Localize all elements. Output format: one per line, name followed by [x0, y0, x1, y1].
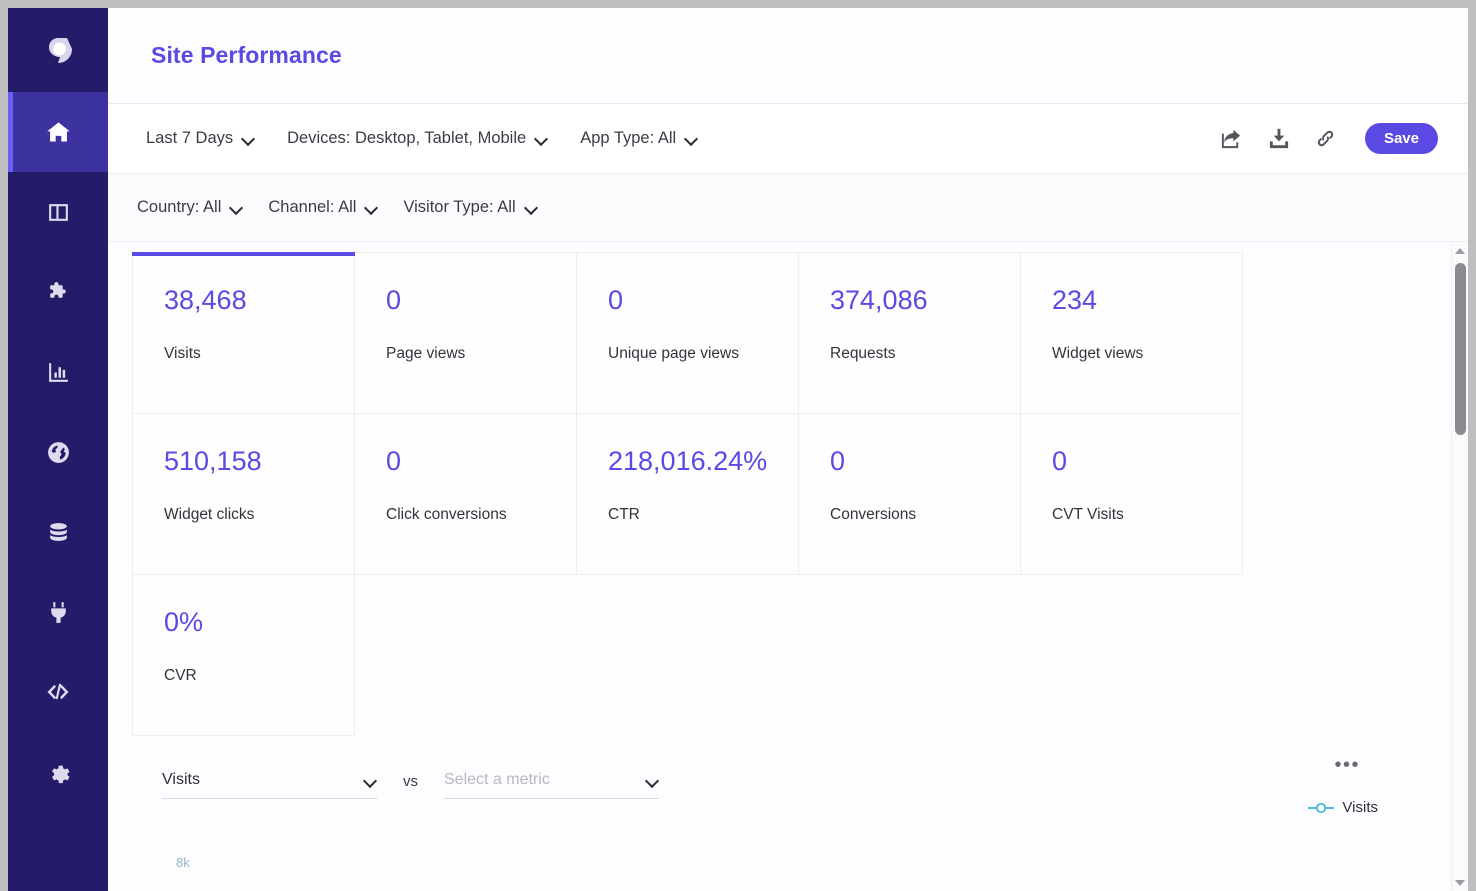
- filter-visitor-type[interactable]: Visitor Type: All: [403, 198, 537, 217]
- chevron-down-icon: [685, 134, 698, 143]
- secondary-metric-select[interactable]: Select a metric: [444, 771, 659, 799]
- sidebar-item-integrations[interactable]: [8, 572, 108, 652]
- filter-date-range[interactable]: Last 7 Days: [146, 129, 255, 148]
- kpi-value: 0: [386, 446, 402, 476]
- sidebar-item-reports[interactable]: [8, 332, 108, 412]
- page-title: Site Performance: [151, 42, 342, 68]
- kpi-label: Widget clicks: [164, 506, 255, 523]
- chevron-down-icon: [525, 203, 538, 212]
- chart-panel: ••• Visits Visits vs Select a metric 8k: [132, 755, 1422, 891]
- kpi-value: 510,158: [164, 446, 262, 476]
- scroll-down-arrow-icon[interactable]: [1452, 874, 1469, 891]
- filter-devices-label: Devices: Desktop, Tablet, Mobile: [287, 129, 527, 147]
- kpi-value: 0%: [164, 607, 204, 637]
- metric-selectors: Visits vs Select a metric: [162, 771, 1422, 799]
- kpi-card-page-views[interactable]: 0 Page views: [355, 253, 577, 414]
- legend-marker-icon: [1308, 802, 1335, 814]
- kpi-value: 234: [1052, 285, 1098, 315]
- primary-metric-select[interactable]: Visits: [162, 771, 377, 799]
- kpi-value: 0: [830, 446, 846, 476]
- share-icon[interactable]: [1220, 127, 1243, 150]
- kpi-value: 218,016.24%: [608, 446, 768, 476]
- kpi-row: 510,158 Widget clicks 0 Click conversion…: [133, 414, 1243, 575]
- kpi-card-cvr[interactable]: 0% CVR: [133, 575, 355, 736]
- secondary-metric-placeholder: Select a metric: [444, 771, 550, 788]
- kpi-value: 38,468: [164, 285, 247, 315]
- filter-devices[interactable]: Devices: Desktop, Tablet, Mobile: [287, 129, 548, 148]
- main-content: Site Performance Last 7 Days Devices: De…: [108, 8, 1468, 891]
- save-button[interactable]: Save: [1364, 123, 1438, 154]
- kpi-label: Page views: [386, 345, 466, 362]
- chevron-down-icon: [535, 134, 548, 143]
- sidebar: [8, 8, 108, 891]
- filter-channel-label: Channel: All: [268, 198, 357, 216]
- download-icon[interactable]: [1267, 127, 1290, 150]
- kpi-label: Requests: [830, 345, 896, 362]
- filter-country-label: Country: All: [137, 198, 222, 216]
- kpi-card-visits[interactable]: 38,468 Visits: [132, 252, 355, 414]
- toolbar-actions: Save: [1220, 123, 1438, 154]
- kpi-label: Unique page views: [608, 345, 739, 362]
- kpi-card-click-conversions[interactable]: 0 Click conversions: [355, 414, 577, 575]
- kpi-card-ctr[interactable]: 218,016.24% CTR: [577, 414, 799, 575]
- kpi-value: 374,086: [830, 285, 928, 315]
- filter-visitor-type-label: Visitor Type: All: [403, 198, 516, 216]
- kpi-label: CVT Visits: [1052, 506, 1124, 523]
- scroll-content: 38,468 Visits 0 Page views 0 Unique page…: [108, 242, 1451, 891]
- kpi-card-unique-page-views[interactable]: 0 Unique page views: [577, 253, 799, 414]
- sidebar-item-developers[interactable]: [8, 652, 108, 732]
- scrollbar-thumb[interactable]: [1454, 263, 1466, 435]
- scrollbar-track[interactable]: [1452, 259, 1469, 874]
- chevron-down-icon: [364, 776, 377, 785]
- sidebar-item-settings[interactable]: [8, 732, 108, 812]
- kpi-value: 0: [386, 285, 402, 315]
- filter-app-type[interactable]: App Type: All: [580, 129, 698, 148]
- kpi-label: Widget views: [1052, 345, 1144, 362]
- vertical-scrollbar[interactable]: [1451, 242, 1468, 891]
- sidebar-item-sites[interactable]: [8, 412, 108, 492]
- link-icon[interactable]: [1314, 127, 1337, 150]
- sidebar-item-extensions[interactable]: [8, 252, 108, 332]
- sidebar-item-data[interactable]: [8, 492, 108, 572]
- kpi-card-conversions[interactable]: 0 Conversions: [799, 414, 1021, 575]
- filter-date-range-label: Last 7 Days: [146, 129, 234, 147]
- kpi-label: Visits: [164, 345, 201, 362]
- chart-legend: Visits: [1308, 799, 1378, 816]
- title-bar: Site Performance: [108, 8, 1468, 104]
- chart-more-options-button[interactable]: •••: [1334, 755, 1360, 775]
- scroll-up-arrow-icon[interactable]: [1452, 242, 1469, 259]
- sidebar-item-dashboards[interactable]: [8, 172, 108, 252]
- kpi-row: 38,468 Visits 0 Page views 0 Unique page…: [132, 252, 1243, 414]
- chevron-down-icon: [365, 203, 378, 212]
- subfilter-bar: Country: All Channel: All Visitor Type: …: [108, 174, 1468, 242]
- kpi-label: CTR: [608, 506, 640, 523]
- kpi-card-cvt-visits[interactable]: 0 CVT Visits: [1021, 414, 1243, 575]
- chevron-down-icon: [242, 134, 255, 143]
- filter-app-type-label: App Type: All: [580, 129, 677, 147]
- chevron-down-icon: [230, 203, 243, 212]
- primary-metric-value: Visits: [162, 771, 200, 788]
- kpi-row: 0% CVR: [133, 575, 355, 736]
- kpi-card-requests[interactable]: 374,086 Requests: [799, 253, 1021, 414]
- legend-label-visits: Visits: [1342, 799, 1378, 816]
- toolbar: Last 7 Days Devices: Desktop, Tablet, Mo…: [108, 104, 1468, 174]
- app-window: Site Performance Last 7 Days Devices: De…: [8, 8, 1468, 891]
- filter-channel[interactable]: Channel: All: [268, 198, 378, 217]
- chevron-down-icon: [646, 776, 659, 785]
- kpi-value: 0: [608, 285, 624, 315]
- chart-plot-area[interactable]: 8k: [162, 833, 1422, 891]
- kpi-label: Click conversions: [386, 506, 507, 523]
- vs-label: vs: [403, 773, 418, 790]
- sidebar-item-home[interactable]: [8, 92, 108, 172]
- brand-logo-icon[interactable]: [8, 8, 108, 92]
- kpi-card-widget-views[interactable]: 234 Widget views: [1021, 253, 1243, 414]
- content-wrapper: 38,468 Visits 0 Page views 0 Unique page…: [108, 242, 1468, 891]
- kpi-value: 0: [1052, 446, 1068, 476]
- chart-y-axis-tick: 8k: [176, 855, 190, 870]
- kpi-grid: 38,468 Visits 0 Page views 0 Unique page…: [132, 252, 1244, 736]
- kpi-label: CVR: [164, 667, 197, 684]
- kpi-label: Conversions: [830, 506, 917, 523]
- kpi-card-widget-clicks[interactable]: 510,158 Widget clicks: [133, 414, 355, 575]
- filter-country[interactable]: Country: All: [137, 198, 243, 217]
